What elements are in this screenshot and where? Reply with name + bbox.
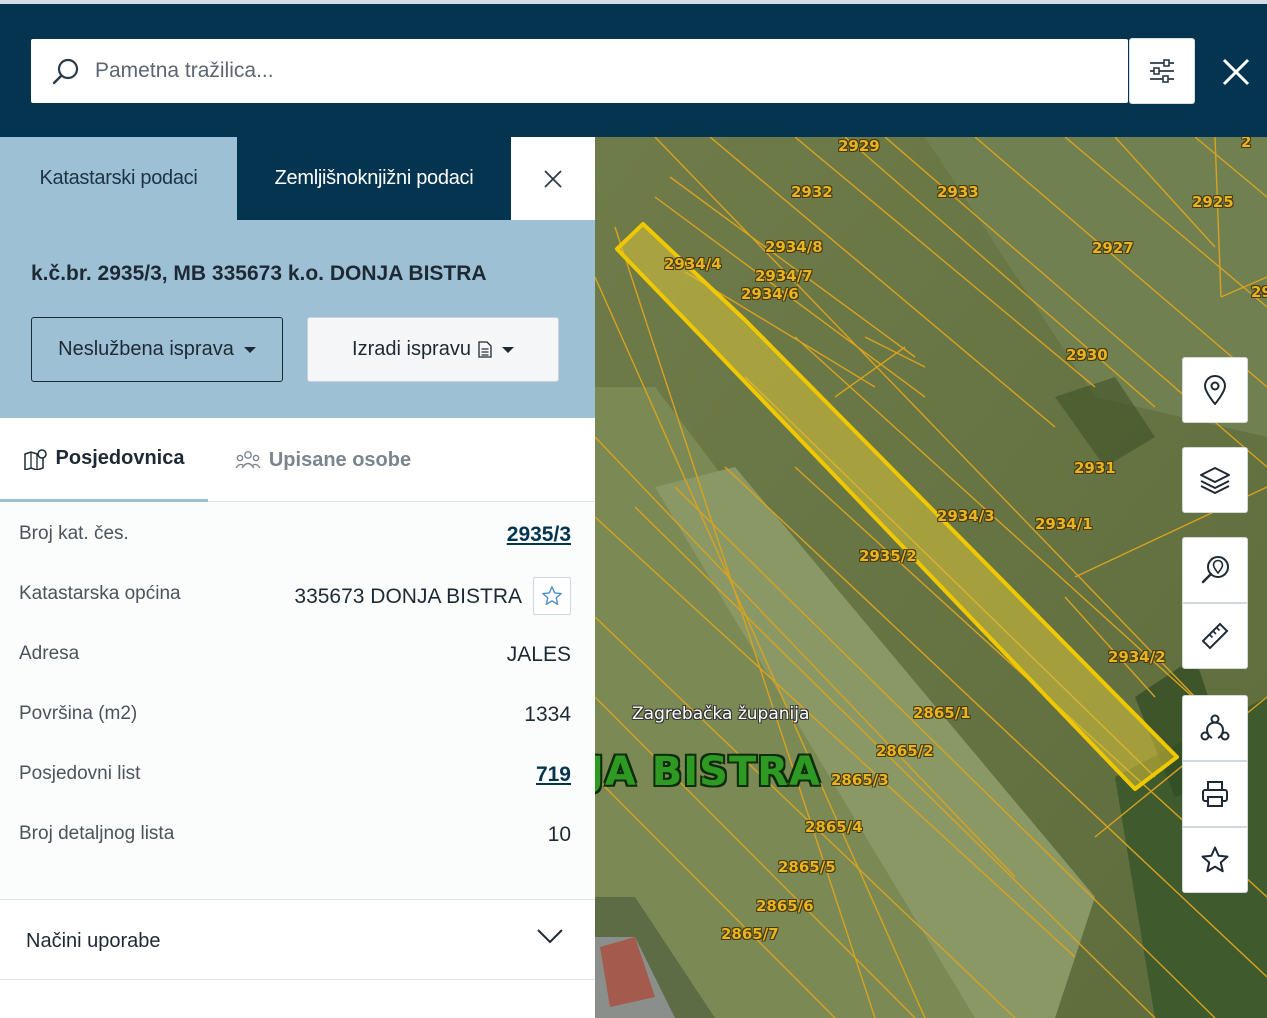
tab-label: Posjedovnica [55,447,185,469]
parcel-label: 2934/8 [765,238,823,256]
star-icon [542,586,562,605]
top-bar [0,0,1267,137]
ruler-icon [1201,622,1229,650]
parcel-details: Broj kat. čes. 2935/3 Katastarska općina… [0,503,595,899]
close-search-button[interactable] [1212,48,1260,96]
parcel-panel: Katastarski podaci Zemljišnoknjižni poda… [0,137,595,1018]
button-label: Izradi ispravu [352,338,471,360]
document-icon [478,341,492,358]
detail-label: Broj detaljnog lista [19,823,175,844]
unofficial-document-button[interactable]: Neslužbena isprava [31,317,283,382]
detail-row: Broj detaljnog lista 10 [0,803,595,863]
parcel-label: 2865/6 [756,897,814,915]
parcel-label: 2865/2 [876,742,934,760]
favorites-button[interactable] [1182,827,1248,893]
parcel-label: 2934/4 [664,255,722,273]
detail-label: Površina (m2) [19,703,138,724]
caret-down-icon [243,346,256,353]
detail-value: JALES [506,643,571,666]
close-icon [544,169,562,188]
parcel-number-link[interactable]: 2935/3 [507,523,571,547]
tab-upisane-osobe[interactable]: Upisane osobe [228,418,418,502]
detail-row: Broj kat. čes. 2935/3 [0,503,595,563]
parcel-label: 2930 [1066,346,1108,364]
detail-tabs: Posjedovnica Upisane osobe [0,418,595,502]
map-pin-button[interactable] [1182,357,1248,423]
parcel-label: 2 [1241,137,1252,151]
parcel-label: 2865/5 [778,858,836,876]
parcel-label: 2934/1 [1035,515,1093,533]
county-label: Zagrebačka županija [632,704,810,724]
close-icon [1222,58,1250,86]
detail-label: Adresa [19,643,80,664]
parcel-label: 2934/3 [937,507,995,525]
star-icon [1201,846,1229,873]
town-label: JA BISTRA [595,749,821,795]
detail-label: Posjedovni list [19,763,141,784]
possession-sheet-link[interactable]: 719 [536,763,571,787]
parcel-label: 2935/2 [859,547,917,565]
detail-value: 10 [547,823,571,846]
detail-row: Adresa JALES [0,623,595,683]
parcel-label: 2929 [838,137,880,155]
detail-label: Katastarska općina [19,583,181,604]
parcel-label: 2865/4 [805,818,863,836]
detail-value: 335673 DONJA BISTRA [294,585,522,608]
parcel-label: 2933 [937,183,979,201]
caret-down-icon [501,346,514,353]
filter-button[interactable] [1129,38,1195,104]
layers-icon [1200,467,1230,494]
parcel-label: 2934/2 [1108,648,1166,666]
accordion-label: Načini uporabe [26,930,161,952]
parcel-label: 2865/7 [721,925,779,943]
parcel-label: 2927 [1092,239,1134,257]
location-search-icon [1201,556,1229,584]
favorite-button[interactable] [533,577,571,615]
parcel-label: 2934/6 [741,285,799,303]
parcel-label: 2934/7 [755,267,813,285]
close-panel-button[interactable] [511,137,595,220]
search-box[interactable] [31,39,1128,103]
layers-button[interactable] [1182,447,1248,513]
shapes-button[interactable] [1182,695,1248,761]
parcel-label: 2865/1 [913,704,971,722]
detail-row: Katastarska općina 335673 DONJA BISTRA [0,563,595,623]
shapes-icon [1200,714,1230,741]
map-icon [23,448,48,470]
tab-label: Upisane osobe [268,448,412,471]
measure-button[interactable] [1182,603,1248,669]
tab-zemljisnoknjizni-podaci[interactable]: Zemljišnoknjižni podaci [237,137,511,220]
parcel-label: 2865/3 [831,771,889,789]
tab-posjedovnica[interactable]: Posjedovnica [0,418,208,502]
print-button[interactable] [1182,761,1248,827]
create-document-button[interactable]: Izradi ispravu [307,317,559,382]
location-search-button[interactable] [1182,537,1248,603]
parcel-label: 29 [1251,283,1267,301]
sliders-icon [1150,59,1174,83]
detail-row: Posjedovni list 719 [0,743,595,803]
parcel-label: 2931 [1074,459,1116,477]
people-icon [235,450,261,470]
map-view[interactable]: 2929 2932 2933 2925 2934/8 2934/4 2934/7… [595,137,1267,1018]
parcel-title: k.č.br. 2935/3, MB 335673 k.o. DONJA BIS… [31,262,487,285]
printer-icon [1202,781,1228,807]
detail-value: 1334 [524,703,571,726]
detail-label: Broj kat. čes. [19,523,129,544]
button-label: Neslužbena isprava [58,338,234,360]
usage-accordion[interactable]: Načini uporabe [0,899,595,980]
panel-tabs: Katastarski podaci Zemljišnoknjižni poda… [0,137,595,220]
parcel-label: 2925 [1192,193,1234,211]
parcel-header: k.č.br. 2935/3, MB 335673 k.o. DONJA BIS… [0,220,595,418]
search-icon [52,58,79,85]
search-input[interactable] [95,39,1115,103]
map-pin-icon [1203,375,1227,405]
tab-katastarski-podaci[interactable]: Katastarski podaci [0,137,237,220]
detail-row: Površina (m2) 1334 [0,683,595,743]
parcel-label: 2932 [791,183,833,201]
chevron-down-icon [537,929,563,944]
